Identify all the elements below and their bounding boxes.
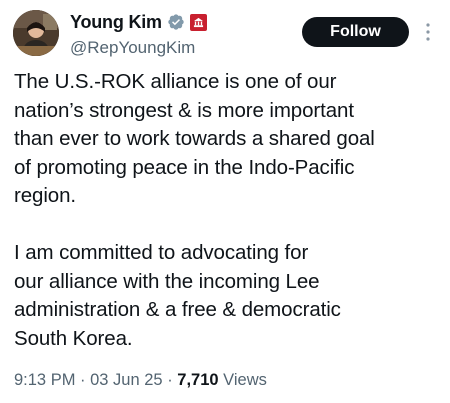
tweet-time[interactable]: 9:13 PM — [14, 371, 75, 389]
tweet-card: Young Kim @RepYoungKim Follow The U.S.-R… — [0, 0, 450, 403]
author-display-name[interactable]: Young Kim — [70, 12, 162, 33]
meta-separator: · — [162, 371, 178, 389]
tweet-meta: 9:13 PM · 03 Jun 25 · 7,710 Views — [14, 371, 267, 390]
verified-badge-icon — [168, 14, 184, 30]
views-count: 7,710 — [177, 371, 219, 389]
avatar-image-icon — [13, 10, 59, 56]
meta-separator: · — [75, 371, 91, 389]
views-label: Views — [218, 371, 267, 389]
author-name-row: Young Kim — [70, 11, 207, 33]
tweet-date[interactable]: 03 Jun 25 — [90, 371, 162, 389]
author-info: Young Kim @RepYoungKim — [70, 11, 207, 58]
author-handle[interactable]: @RepYoungKim — [70, 38, 207, 58]
more-options-icon[interactable] — [423, 22, 433, 42]
tweet-text: The U.S.-ROK alliance is one of our nati… — [14, 70, 375, 350]
follow-button[interactable]: Follow — [302, 17, 409, 47]
government-badge-icon — [189, 13, 207, 31]
avatar[interactable] — [13, 10, 59, 56]
